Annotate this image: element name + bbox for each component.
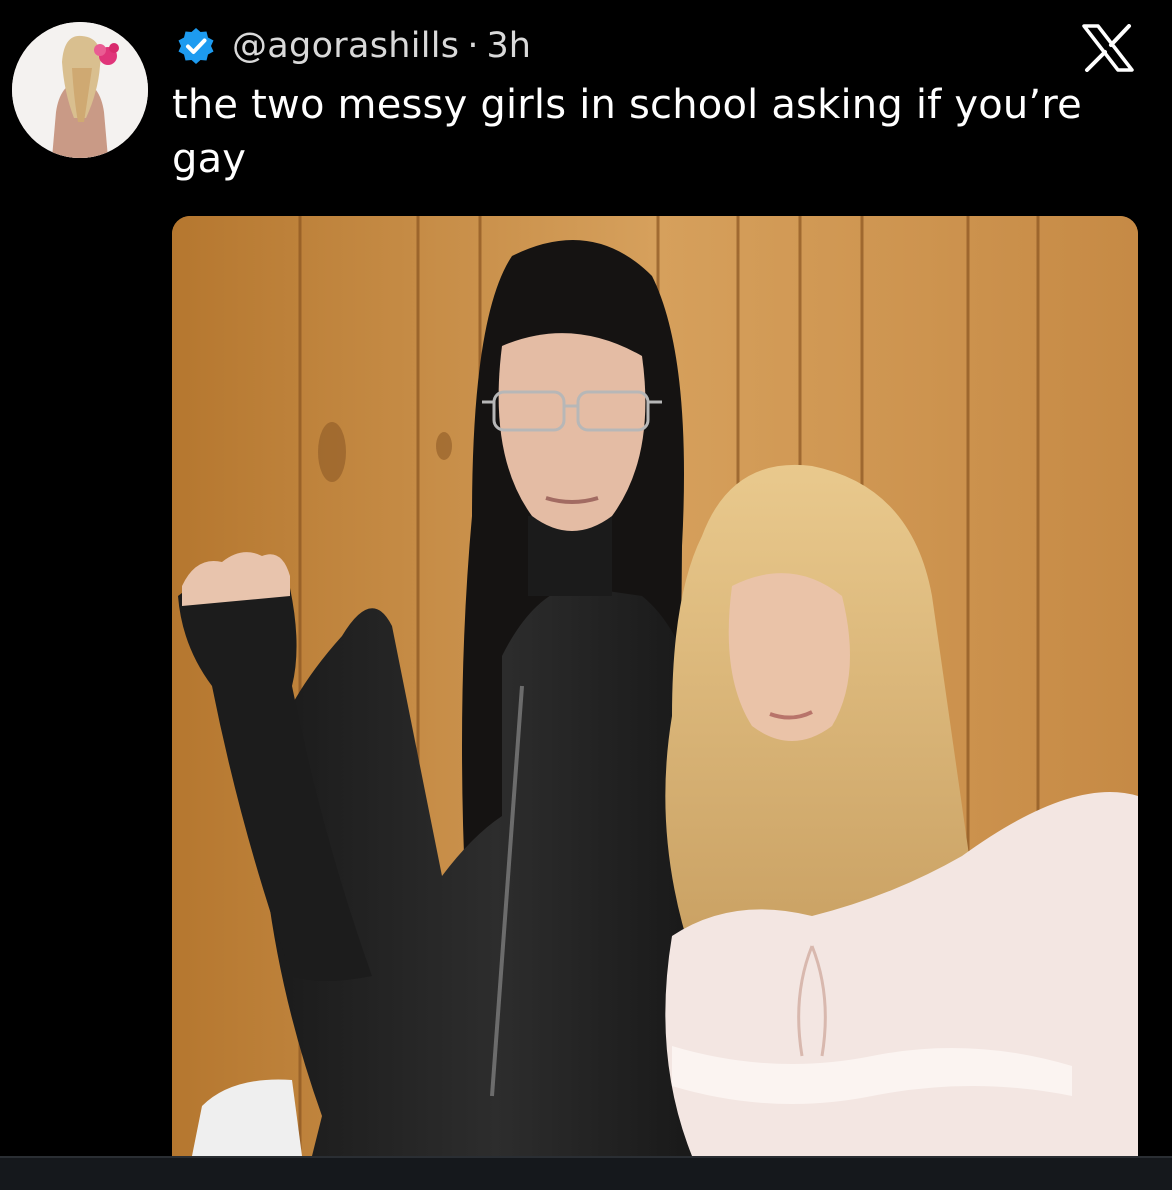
avatar-image <box>12 22 148 158</box>
separator-dot: · <box>467 26 479 66</box>
tweet-card: @agorashills · 3h the two messy girls in… <box>0 0 1172 1156</box>
x-logo-icon[interactable] <box>1080 24 1136 72</box>
tweet-photo[interactable] <box>172 216 1138 1156</box>
photo-image <box>172 216 1138 1156</box>
avatar[interactable] <box>12 22 148 158</box>
tweet-text: the two messy girls in school asking if … <box>172 82 1082 182</box>
verified-badge-icon <box>178 28 214 64</box>
bottom-bar <box>0 1156 1172 1190</box>
author-handle[interactable]: @agorashills <box>232 26 459 66</box>
tweet-timestamp[interactable]: 3h <box>486 26 530 66</box>
tweet-header: @agorashills · 3h <box>176 22 531 70</box>
